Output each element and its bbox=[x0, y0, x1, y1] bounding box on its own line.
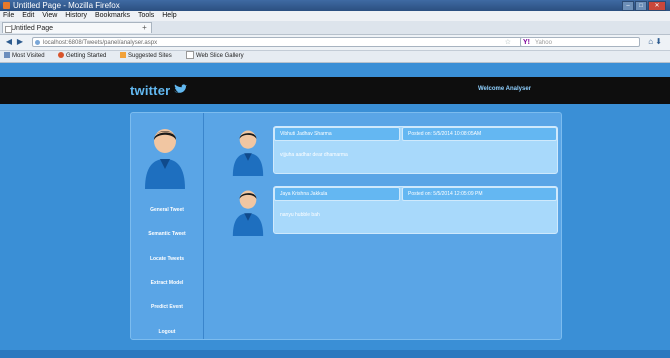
search-input[interactable]: Y! Yahoo bbox=[520, 37, 640, 47]
menu-file[interactable]: File bbox=[3, 12, 14, 19]
suggested-sites-icon bbox=[120, 52, 126, 59]
maximize-icon[interactable]: □ bbox=[635, 1, 647, 11]
sidebar: General Tweet Semantic Tweet Locate Twee… bbox=[131, 113, 204, 339]
sidebar-item-locate-tweets[interactable]: Locate Tweets bbox=[131, 256, 203, 262]
page-footer bbox=[0, 350, 670, 358]
menu-bar: File Edit View History Bookmarks Tools H… bbox=[0, 11, 670, 21]
search-placeholder: Yahoo bbox=[535, 40, 552, 46]
sidebar-item-general-tweet[interactable]: General Tweet bbox=[131, 207, 203, 213]
tweet-text: vijjuha aadhar dear dhamarma bbox=[280, 152, 348, 158]
bookmark-most-visited[interactable]: Most Visited bbox=[4, 51, 45, 62]
tweet-card: Vibhuti Jadhav Sharma Posted on: 5/5/201… bbox=[273, 126, 558, 174]
menu-help[interactable]: Help bbox=[162, 12, 176, 19]
tweet-author: Vibhuti Jadhav Sharma bbox=[274, 127, 400, 141]
home-icon[interactable]: ⌂ ⬇ bbox=[648, 37, 662, 46]
forward-icon[interactable]: ▶ bbox=[15, 37, 25, 47]
most-visited-icon bbox=[4, 52, 10, 59]
sidebar-item-logout[interactable]: Logout bbox=[131, 329, 203, 335]
bookmarks-toolbar: Most Visited Getting Started Suggested S… bbox=[0, 51, 670, 63]
tweet-timestamp: Posted on: 5/5/2014 10:08:05AM bbox=[402, 127, 557, 141]
bookmark-web-slice-gallery[interactable]: Web Slice Gallery bbox=[186, 51, 244, 62]
site-header: twitter Welcome Analyser bbox=[0, 77, 670, 104]
menu-view[interactable]: View bbox=[42, 12, 57, 19]
url-bar[interactable]: localhost:6808/Tweets/panel/analyser.asp… bbox=[32, 37, 592, 47]
sidebar-item-predict-event[interactable]: Predict Event bbox=[131, 304, 203, 310]
welcome-message: Welcome Analyser bbox=[478, 86, 532, 92]
site-identity-icon bbox=[35, 40, 40, 45]
tab-untitled-page[interactable]: Untitled Page bbox=[2, 22, 152, 33]
user-avatar-icon bbox=[231, 186, 265, 241]
tweet-post: Jaya Krishna Jakkula Posted on: 5/5/2014… bbox=[231, 186, 643, 236]
sidebar-item-semantic-tweet[interactable]: Semantic Tweet bbox=[131, 231, 203, 237]
minimize-icon[interactable]: – bbox=[622, 1, 634, 11]
close-icon[interactable]: ✕ bbox=[648, 1, 666, 11]
tab-bar: Untitled Page + bbox=[0, 21, 670, 35]
web-slice-icon bbox=[186, 51, 194, 60]
firefox-small-icon bbox=[58, 52, 64, 59]
logo-text: twitter bbox=[130, 83, 171, 98]
window-titlebar: Untitled Page - Mozilla Firefox – □ ✕ bbox=[0, 0, 670, 11]
user-avatar-icon bbox=[143, 123, 187, 194]
tweet-timestamp: Posted on: 5/5/2014 12:05:09 PM bbox=[402, 187, 557, 201]
yahoo-icon: Y! bbox=[523, 39, 530, 46]
sidebar-item-extract-model[interactable]: Extract Model bbox=[131, 280, 203, 286]
url-text: localhost:6808/Tweets/panel/analyser.asp… bbox=[43, 40, 158, 46]
tab-label: Untitled Page bbox=[11, 25, 54, 32]
navigation-bar: ◀ ▶ localhost:6808/Tweets/panel/analyser… bbox=[0, 35, 670, 51]
main-panel: General Tweet Semantic Tweet Locate Twee… bbox=[130, 112, 562, 340]
bookmark-suggested-sites[interactable]: Suggested Sites bbox=[120, 51, 172, 62]
tweet-card: Jaya Krishna Jakkula Posted on: 5/5/2014… bbox=[273, 186, 558, 234]
twitter-bird-icon bbox=[173, 83, 188, 98]
user-avatar-icon bbox=[231, 126, 265, 181]
menu-edit[interactable]: Edit bbox=[22, 12, 34, 19]
firefox-icon bbox=[3, 2, 10, 9]
bookmark-star-icon[interactable]: ☆ bbox=[505, 38, 511, 48]
bookmark-getting-started[interactable]: Getting Started bbox=[58, 51, 106, 62]
menu-history[interactable]: History bbox=[65, 12, 87, 19]
back-icon[interactable]: ◀ bbox=[4, 37, 14, 47]
menu-tools[interactable]: Tools bbox=[138, 12, 154, 19]
tweet-author: Jaya Krishna Jakkula bbox=[274, 187, 400, 201]
tweet-post: Vibhuti Jadhav Sharma Posted on: 5/5/201… bbox=[231, 126, 643, 176]
twitter-logo[interactable]: twitter bbox=[130, 83, 188, 98]
new-tab-button[interactable]: + bbox=[140, 24, 149, 32]
menu-bookmarks[interactable]: Bookmarks bbox=[95, 12, 130, 19]
page-icon bbox=[5, 26, 12, 33]
window-controls: – □ ✕ bbox=[622, 1, 666, 11]
tweet-text: nanyu hubble bah bbox=[280, 212, 320, 218]
window-title: Untitled Page - Mozilla Firefox bbox=[13, 1, 120, 10]
